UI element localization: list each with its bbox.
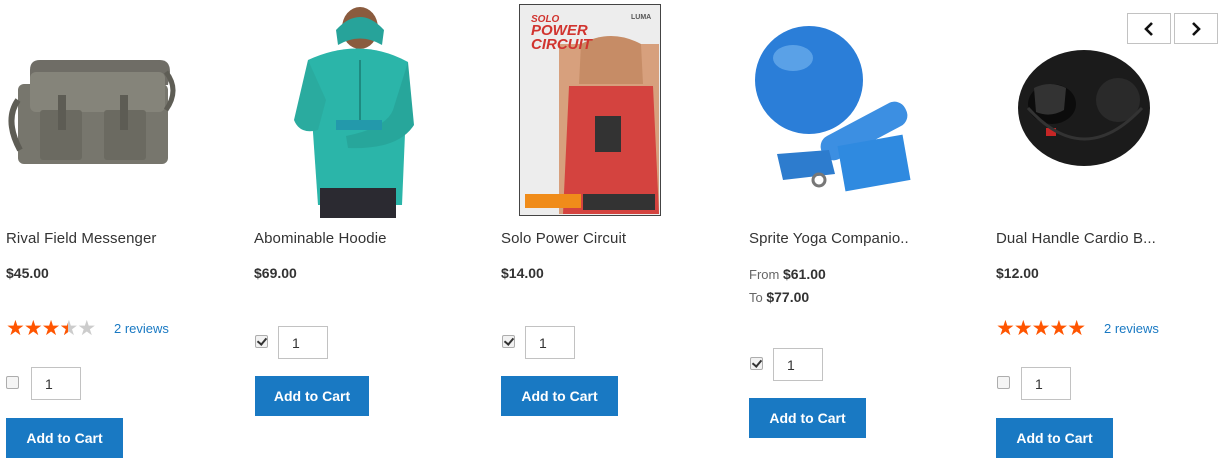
product-price: $69.00 xyxy=(254,265,297,281)
reviews-link[interactable]: 2 reviews xyxy=(114,321,169,336)
add-to-cart-button[interactable]: Add to Cart xyxy=(501,376,618,416)
product-image-dvd[interactable]: SOLO POWER CIRCUIT LUMA xyxy=(519,4,661,216)
select-checkbox[interactable] xyxy=(6,376,19,389)
qty-input[interactable] xyxy=(1021,367,1071,400)
add-to-cart-button[interactable]: Add to Cart xyxy=(255,376,369,416)
product-name-link[interactable]: Rival Field Messenger xyxy=(6,230,157,247)
product-name-link[interactable]: Abominable Hoodie xyxy=(254,230,387,247)
product-name-link[interactable]: Dual Handle Cardio B... xyxy=(996,230,1156,247)
luma-logo: LUMA xyxy=(631,14,652,21)
reviews-link[interactable]: 2 reviews xyxy=(1104,321,1159,336)
qty-input[interactable] xyxy=(773,348,823,381)
product-card: Sprite Yoga Companio.. From $61.00 To $7… xyxy=(743,0,973,460)
product-card: Rival Field Messenger $45.00 ★★★★★ 2 rev… xyxy=(0,0,230,460)
qty-input[interactable] xyxy=(278,326,328,359)
qty-input[interactable] xyxy=(31,367,81,400)
product-card: SOLO POWER CIRCUIT LUMA Solo Power Circu… xyxy=(495,0,725,460)
product-price: $12.00 xyxy=(996,265,1039,281)
rating-stars: ★★★★★ xyxy=(6,318,96,341)
select-checkbox[interactable] xyxy=(997,376,1010,389)
product-card: Abominable Hoodie $69.00 Add to Cart xyxy=(248,0,478,460)
qty-input[interactable] xyxy=(525,326,575,359)
price-from: From $61.00 xyxy=(749,266,826,282)
select-checkbox[interactable] xyxy=(750,357,763,370)
product-price: $45.00 xyxy=(6,265,49,281)
add-to-cart-button[interactable]: Add to Cart xyxy=(996,418,1113,458)
add-to-cart-button[interactable]: Add to Cart xyxy=(6,418,123,458)
product-image-hoodie[interactable] xyxy=(248,0,428,218)
dvd-title-line-2: CIRCUIT xyxy=(531,36,592,53)
price-to: To $77.00 xyxy=(749,289,810,305)
product-image-messenger-bag[interactable] xyxy=(0,0,180,218)
product-card: Dual Handle Cardio B... $12.00 ★★★★★ 2 r… xyxy=(990,0,1220,460)
price-from-value: $61.00 xyxy=(782,266,826,282)
product-name-link[interactable]: Solo Power Circuit xyxy=(501,230,626,247)
price-to-value: $77.00 xyxy=(766,289,810,305)
product-price: $14.00 xyxy=(501,265,544,281)
rating-stars: ★★★★★ xyxy=(996,317,1086,340)
product-carousel: Rival Field Messenger $45.00 ★★★★★ 2 rev… xyxy=(0,0,1225,460)
add-to-cart-button[interactable]: Add to Cart xyxy=(749,398,866,438)
select-checkbox[interactable] xyxy=(255,335,268,348)
select-checkbox[interactable] xyxy=(502,335,515,348)
product-image-yoga-kit[interactable] xyxy=(743,0,923,218)
product-image-cardio-ball[interactable] xyxy=(990,0,1170,218)
product-name-link[interactable]: Sprite Yoga Companio.. xyxy=(749,230,909,247)
